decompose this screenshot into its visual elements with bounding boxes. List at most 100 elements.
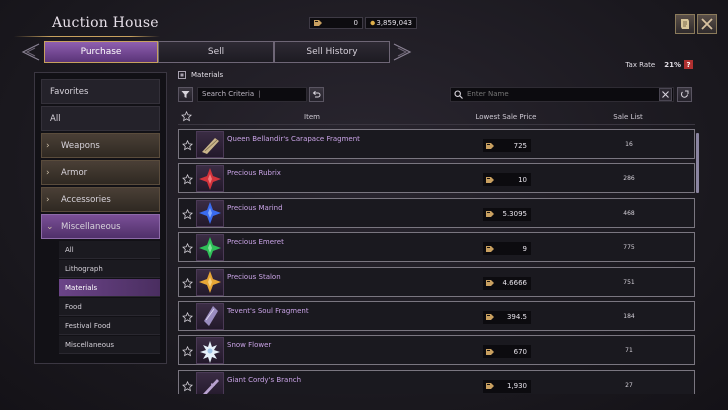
undo-icon	[312, 90, 321, 97]
column-sale-list[interactable]: Sale List	[598, 113, 658, 121]
filter-button[interactable]	[178, 86, 193, 102]
sidebar-category-armor[interactable]: › Armor	[41, 160, 160, 185]
item-sale-count: 16	[625, 141, 633, 148]
sidebar-category-weapons[interactable]: › Weapons	[41, 133, 160, 158]
subcategory-food[interactable]: Food	[59, 298, 160, 316]
item-price: 394.5	[483, 310, 531, 324]
item-sale-count: 71	[625, 347, 633, 355]
sidebar-category-accessories[interactable]: › Accessories	[41, 187, 160, 212]
table-row[interactable]: Giant Cordy's Branch 1,930 27	[178, 369, 695, 394]
favorite-star-icon[interactable]	[182, 140, 193, 151]
chevron-right-icon: ›	[46, 140, 50, 151]
gold-amount: 3,859,043	[376, 19, 412, 27]
item-price-value: 4.6666	[502, 279, 528, 288]
item-sale-count: 775	[623, 244, 635, 252]
silver-currency-icon	[486, 314, 494, 321]
refresh-icon	[681, 90, 689, 98]
branch-icon	[203, 379, 219, 394]
item-name: Precious Stalon	[227, 272, 281, 281]
item-price-value: 10	[518, 175, 527, 184]
favorite-star-icon[interactable]	[182, 277, 193, 289]
tab-sell-history[interactable]: Sell History	[274, 41, 390, 63]
sidebar-category-miscellaneous[interactable]: ⌄ Miscellaneous	[41, 214, 160, 239]
snow-flower-icon	[200, 340, 220, 363]
sidebar-category-label: Armor	[61, 167, 88, 178]
favorite-star-icon[interactable]	[182, 243, 193, 254]
item-sale-count: 751	[623, 278, 635, 286]
item-price: 670	[483, 345, 531, 359]
reset-criteria-button[interactable]	[309, 86, 324, 102]
table-row[interactable]: Snow Flower 670 71	[178, 335, 695, 366]
search-criteria-toolbar: Search Criteria |	[178, 86, 324, 102]
name-search-toolbar	[450, 86, 692, 102]
item-price: 10	[483, 173, 531, 187]
item-thumbnail	[196, 302, 224, 330]
breadcrumb: Materials	[178, 71, 223, 79]
subcategory-miscellaneous[interactable]: Miscellaneous	[59, 336, 160, 354]
silver-currency-icon	[486, 383, 494, 390]
scroll-icon	[681, 19, 689, 29]
item-name: Giant Cordy's Branch	[227, 375, 302, 384]
title-underline	[14, 36, 160, 37]
item-sale-count: 286	[623, 175, 635, 183]
table-row[interactable]: Queen Bellandir's Carapace Fragment 725 …	[178, 129, 695, 159]
name-search-field[interactable]	[450, 86, 674, 102]
sidebar-category-label: Accessories	[61, 194, 111, 205]
gold-currency: 3,859,043	[365, 17, 417, 29]
tab-purchase[interactable]: Purchase	[44, 41, 158, 63]
sidebar-favorites[interactable]: Favorites	[41, 79, 160, 104]
window-title: Auction House	[52, 15, 159, 31]
green-gem-icon	[199, 236, 221, 259]
item-price: 5.3095	[483, 207, 531, 221]
silver-currency-icon	[486, 211, 494, 218]
filter-icon	[181, 90, 190, 98]
favorite-star-icon[interactable]	[182, 311, 193, 323]
item-price: 9	[483, 242, 531, 256]
table-row[interactable]: Precious Emeret 9 775	[178, 232, 695, 263]
silver-currency-icon	[486, 176, 494, 183]
tax-help-button[interactable]: ?	[684, 60, 693, 69]
amber-gem-icon	[199, 271, 221, 294]
item-list: Queen Bellandir's Carapace Fragment 725 …	[178, 129, 695, 394]
close-button[interactable]	[697, 14, 717, 34]
sidebar-category-label: Miscellaneous	[61, 221, 121, 232]
text-cursor: |	[258, 90, 261, 98]
subcategory-lithograph[interactable]: Lithograph	[59, 260, 160, 278]
tax-rate-value: 21%	[664, 60, 681, 69]
red-gem-icon	[199, 167, 221, 190]
search-criteria-text: Search Criteria	[202, 90, 255, 98]
subcategory-list: All Lithograph Materials Food Festival F…	[59, 241, 160, 354]
table-row[interactable]: Precious Marind 5.3095 468	[178, 197, 695, 228]
item-name: Precious Marind	[227, 203, 283, 212]
refresh-button[interactable]	[677, 86, 692, 102]
favorite-star-icon[interactable]	[182, 208, 193, 220]
search-criteria-field[interactable]: Search Criteria |	[197, 86, 307, 102]
item-thumbnail	[196, 234, 224, 262]
favorite-star-icon[interactable]	[182, 174, 193, 185]
sidebar-all[interactable]: All	[41, 106, 160, 131]
item-price-value: 5.3095	[502, 210, 528, 219]
item-price: 4.6666	[483, 276, 531, 290]
name-search-input[interactable]	[467, 90, 659, 98]
sidebar-category-label: Weapons	[61, 140, 100, 151]
item-sale-count: 184	[623, 312, 635, 320]
table-row[interactable]: Precious Rubrix 10 286	[178, 163, 695, 194]
table-row[interactable]: Tevent's Soul Fragment 394.5 184	[178, 300, 695, 331]
scroll-guide-button[interactable]	[675, 14, 695, 34]
item-thumbnail	[196, 268, 224, 296]
close-icon	[701, 18, 713, 30]
column-item[interactable]: Item	[178, 113, 446, 121]
item-name: Snow Flower	[227, 341, 272, 350]
subcategory-all[interactable]: All	[59, 241, 160, 259]
clear-search-icon[interactable]	[659, 87, 672, 101]
column-lowest-sale-price[interactable]: Lowest Sale Price	[458, 113, 554, 121]
subcategory-festival-food[interactable]: Festival Food	[59, 317, 160, 335]
chevron-right-icon: ›	[46, 194, 50, 205]
silver-amount: 0	[353, 19, 358, 27]
favorite-star-icon[interactable]	[182, 380, 193, 392]
subcategory-materials[interactable]: Materials	[59, 279, 160, 297]
table-row[interactable]: Precious Stalon 4.6666 751	[178, 266, 695, 297]
list-scrollbar[interactable]	[696, 133, 699, 193]
tab-sell[interactable]: Sell	[158, 41, 274, 63]
favorite-star-icon[interactable]	[182, 346, 193, 357]
